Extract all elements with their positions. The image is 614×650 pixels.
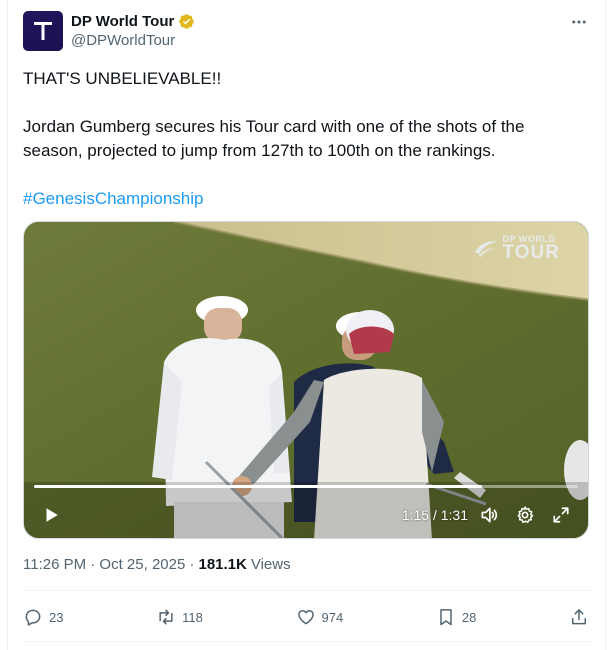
divider-top: [23, 590, 591, 591]
dp-world-tour-watermark: DP WORLD TOUR: [473, 234, 560, 263]
more-options-button[interactable]: [569, 12, 589, 32]
heart-icon: [297, 610, 314, 625]
bookmark-button[interactable]: 28: [436, 602, 476, 632]
play-button[interactable]: [38, 502, 64, 528]
reply-icon: [25, 609, 41, 626]
author-handle[interactable]: @DPWorldTour: [71, 32, 195, 49]
video-controls: 1:15 / 1:31: [24, 492, 588, 538]
tweet-text: THAT'S UNBELIEVABLE!! Jordan Gumberg sec…: [23, 67, 583, 211]
volume-icon: [481, 507, 498, 523]
repost-icon: [159, 609, 173, 625]
fullscreen-button[interactable]: [548, 502, 574, 528]
hashtag-link[interactable]: #GenesisChampionship: [23, 189, 204, 208]
watermark-big-text: TOUR: [502, 242, 560, 263]
views-label: Views: [250, 556, 291, 573]
more-dots-icon: [572, 20, 586, 24]
like-count: 974: [321, 609, 344, 625]
video-progress-fill: [34, 485, 483, 488]
repost-count: 118: [182, 609, 203, 625]
tweet-timestamp[interactable]: 11:26 PM · Oct 25, 2025 ·: [23, 556, 194, 573]
settings-button[interactable]: [512, 502, 538, 528]
tweet-body: Jordan Gumberg secures his Tour card wit…: [23, 117, 525, 160]
verified-badge-icon: [179, 13, 195, 29]
repost-button[interactable]: 118: [156, 602, 203, 632]
divider-bottom: [23, 641, 591, 642]
dp-world-tour-logo-icon: [34, 22, 52, 40]
tweet-meta: 11:26 PM · Oct 25, 2025 · 181.1K Views: [23, 556, 291, 573]
bookmark-icon: [440, 609, 452, 626]
reply-button[interactable]: 23: [23, 602, 63, 632]
video-time: 1:15 / 1:31: [401, 507, 468, 523]
play-icon: [46, 508, 58, 522]
volume-button[interactable]: [476, 502, 502, 528]
views-count: 181.1K: [198, 556, 247, 573]
author-block: DP World Tour @DPWorldTour: [71, 12, 195, 49]
video-progress-bar[interactable]: [34, 485, 578, 488]
reply-count: 23: [49, 609, 64, 625]
like-button[interactable]: 974: [296, 602, 344, 632]
gear-icon: [517, 506, 534, 524]
author-display-name[interactable]: DP World Tour: [71, 13, 174, 30]
video-player[interactable]: DP WORLD TOUR 1:15 / 1:31: [23, 221, 589, 539]
share-icon: [572, 609, 586, 625]
swoosh-logo-icon: [474, 240, 497, 257]
author-avatar[interactable]: [23, 11, 63, 51]
action-bar: 23 118 974 28: [23, 602, 589, 632]
bookmark-count: 28: [461, 609, 477, 625]
tweet-headline: THAT'S UNBELIEVABLE!!: [23, 69, 222, 88]
share-button[interactable]: [569, 602, 589, 632]
expand-icon: [553, 507, 569, 523]
